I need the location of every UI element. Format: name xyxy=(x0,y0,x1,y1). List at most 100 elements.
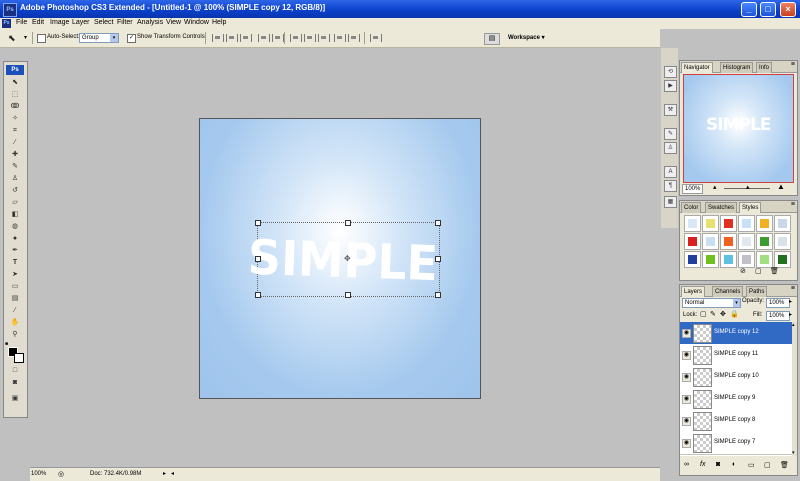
scroll-down-icon[interactable]: ▾ xyxy=(792,450,797,456)
show-transform-controls-checkbox[interactable]: ✓ xyxy=(127,34,136,43)
lock-all-icon[interactable]: 🔒 xyxy=(730,310,739,318)
menu-image[interactable]: Image xyxy=(50,19,69,26)
lock-pixels-icon[interactable]: ✎ xyxy=(710,310,716,318)
scroll-up-icon[interactable]: ▴ xyxy=(792,322,797,328)
character-panel-icon[interactable]: A xyxy=(664,166,677,178)
tab-paths[interactable]: Paths xyxy=(746,286,768,297)
blur-tool-icon[interactable]: ◍ xyxy=(9,223,21,231)
tab-styles[interactable]: Styles xyxy=(739,202,762,213)
lock-position-icon[interactable]: ✥ xyxy=(720,310,726,318)
pen-tool-icon[interactable]: ✒ xyxy=(9,247,21,255)
layer-row[interactable]: ◉ SIMPLE copy 8 xyxy=(680,410,792,433)
new-group-icon[interactable]: ▭ xyxy=(748,461,755,469)
lasso-tool-icon[interactable]: ↂ xyxy=(9,103,21,111)
distribute-top-edges-icon[interactable] xyxy=(290,34,302,42)
history-panel-icon[interactable]: ⟲ xyxy=(664,66,677,78)
panel-menu-icon[interactable]: ≡ xyxy=(791,201,795,208)
path-selection-tool-icon[interactable]: ➤ xyxy=(9,271,21,279)
style-swatch[interactable] xyxy=(684,215,701,232)
layer-comps-icon[interactable]: ▦ xyxy=(664,196,677,208)
menu-filter[interactable]: Filter xyxy=(117,19,133,26)
transform-handle-bottom-left[interactable] xyxy=(255,292,261,298)
minimize-button[interactable]: _ xyxy=(741,2,757,17)
clone-source-icon[interactable]: ♙ xyxy=(664,142,677,154)
layer-row[interactable]: ◉ SIMPLE copy 9 xyxy=(680,388,792,411)
status-icon[interactable]: ◎ xyxy=(58,470,64,478)
style-swatch[interactable] xyxy=(738,233,755,250)
close-button[interactable]: × xyxy=(780,2,796,17)
layer-style-icon[interactable]: fx xyxy=(700,461,705,468)
tab-histogram[interactable]: Histogram xyxy=(720,62,754,73)
background-color-swatch[interactable] xyxy=(14,353,24,363)
ps-logo[interactable]: Ps xyxy=(6,65,24,75)
navigator-preview[interactable]: SIMPLE xyxy=(683,74,794,183)
brushes-panel-icon[interactable]: ✎ xyxy=(664,128,677,140)
panel-menu-icon[interactable]: ≡ xyxy=(791,61,795,68)
paragraph-panel-icon[interactable]: ¶ xyxy=(664,180,677,192)
move-tool-preset-icon[interactable]: ⬉ xyxy=(8,33,22,43)
transform-handle-left[interactable] xyxy=(255,256,261,262)
style-swatch[interactable] xyxy=(774,233,791,250)
zoom-level[interactable]: 100% xyxy=(31,471,46,477)
visibility-eye-icon[interactable]: ◉ xyxy=(682,439,691,448)
reference-point-icon[interactable]: ✥ xyxy=(344,254,351,263)
blend-mode-dropdown[interactable]: Normal ▾ xyxy=(682,298,741,308)
style-swatch[interactable] xyxy=(774,251,791,268)
navigator-zoom-field[interactable]: 100% xyxy=(682,184,703,194)
panel-menu-icon[interactable]: ≡ xyxy=(791,285,795,292)
menu-file[interactable]: File xyxy=(16,19,27,26)
auto-align-layers-icon[interactable] xyxy=(370,34,382,42)
marquee-tool-icon[interactable]: ⬚ xyxy=(9,91,21,99)
shape-tool-icon[interactable]: ▭ xyxy=(9,283,21,291)
fill-field[interactable]: 100% xyxy=(766,311,790,321)
delete-layer-icon[interactable]: 🗑 xyxy=(780,461,789,469)
lock-transparency-icon[interactable]: ▢ xyxy=(700,310,707,318)
distribute-right-edges-icon[interactable] xyxy=(348,34,360,42)
opacity-field[interactable]: 100% xyxy=(766,298,790,308)
style-swatch[interactable] xyxy=(756,215,773,232)
transform-handle-top-left[interactable] xyxy=(255,220,261,226)
align-left-edges-icon[interactable] xyxy=(258,34,270,42)
quick-mask-mode-icon[interactable]: ◙ xyxy=(9,379,21,387)
palette-well-icon[interactable]: ▤ xyxy=(484,33,500,45)
zoom-out-icon[interactable]: ▴ xyxy=(713,183,717,191)
tab-info[interactable]: Info xyxy=(756,62,773,73)
style-swatch[interactable] xyxy=(684,251,701,268)
tab-navigator[interactable]: Navigator xyxy=(681,62,713,73)
menu-select[interactable]: Select xyxy=(94,19,113,26)
tab-layers[interactable]: Layers xyxy=(681,286,706,297)
screen-mode-icon[interactable]: ▣ xyxy=(9,395,21,403)
magic-wand-tool-icon[interactable]: ✧ xyxy=(9,115,21,123)
menu-edit[interactable]: Edit xyxy=(32,19,44,26)
new-style-icon[interactable]: ▢ xyxy=(755,267,762,275)
distribute-vertical-centers-icon[interactable] xyxy=(304,34,316,42)
zoom-slider-thumb[interactable]: ▴ xyxy=(746,183,750,191)
layer-row[interactable]: ◉ SIMPLE copy 7 xyxy=(680,432,792,455)
standard-mode-icon[interactable]: □ xyxy=(9,367,21,375)
scroll-left-icon[interactable]: ◂ xyxy=(171,470,174,477)
visibility-eye-icon[interactable]: ◉ xyxy=(682,417,691,426)
layer-mask-icon[interactable]: ◙ xyxy=(716,461,720,468)
layer-row[interactable]: ◉ SIMPLE copy 11 xyxy=(680,344,792,367)
visibility-eye-icon[interactable]: ◉ xyxy=(682,373,691,382)
transform-handle-bottom[interactable] xyxy=(345,292,351,298)
style-swatch[interactable] xyxy=(756,233,773,250)
style-swatch[interactable] xyxy=(738,251,755,268)
transform-handle-right[interactable] xyxy=(435,256,441,262)
style-swatch[interactable] xyxy=(774,215,791,232)
style-swatch[interactable] xyxy=(720,251,737,268)
adjustment-layer-icon[interactable]: ◐ xyxy=(732,461,736,468)
layer-row[interactable]: ◉ SIMPLE copy 10 xyxy=(680,366,792,389)
style-swatch[interactable] xyxy=(702,233,719,250)
clear-style-icon[interactable]: ⊘ xyxy=(740,267,746,275)
opacity-dropdown-icon[interactable]: ▸ xyxy=(789,298,792,305)
menu-view[interactable]: View xyxy=(166,19,181,26)
delete-style-icon[interactable]: 🗑 xyxy=(770,267,779,275)
transform-handle-top[interactable] xyxy=(345,220,351,226)
align-top-edges-icon[interactable] xyxy=(212,34,224,42)
distribute-left-edges-icon[interactable] xyxy=(334,34,346,42)
menu-window[interactable]: Window xyxy=(184,19,209,26)
history-brush-tool-icon[interactable]: ↺ xyxy=(9,187,21,195)
align-bottom-edges-icon[interactable] xyxy=(240,34,252,42)
visibility-eye-icon[interactable]: ◉ xyxy=(682,351,691,360)
